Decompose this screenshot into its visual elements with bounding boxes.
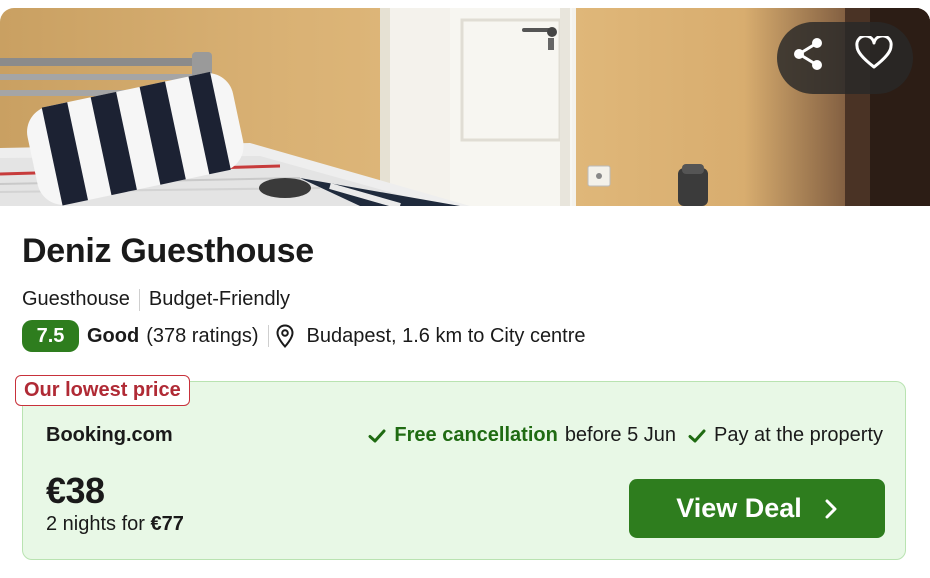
room-photo[interactable] xyxy=(0,8,930,206)
nights-label: 2 nights for xyxy=(46,513,145,535)
provider-name: Booking.com xyxy=(46,424,173,446)
free-cancellation-label: Free cancellation xyxy=(394,424,558,446)
property-tags: Guesthouse Budget-Friendly xyxy=(22,288,290,311)
lowest-price-badge: Our lowest price xyxy=(15,375,190,406)
total-price: €77 xyxy=(150,513,184,535)
deal-perks: Free cancellation before 5 Jun Pay at th… xyxy=(368,424,883,447)
location-text[interactable]: Budapest, 1.6 km to City centre xyxy=(307,325,586,348)
rating-divider xyxy=(267,325,269,347)
photo-actions xyxy=(777,22,913,94)
cancellation-deadline: before 5 Jun xyxy=(564,424,677,446)
view-deal-button[interactable]: View Deal xyxy=(629,479,885,538)
score-badge: 7.5 xyxy=(22,320,79,352)
rating-row: 7.5 Good (378 ratings) Budapest, 1.6 km … xyxy=(22,320,586,352)
tag-divider xyxy=(138,288,140,311)
favorite-button[interactable] xyxy=(855,36,899,80)
deal-box[interactable]: Booking.com Free cancellation before 5 J… xyxy=(22,381,906,560)
pay-at-property-perk: Pay at the property xyxy=(688,424,883,447)
view-deal-label: View Deal xyxy=(676,493,802,523)
pay-at-property-label: Pay at the property xyxy=(714,424,883,446)
hotel-name[interactable]: Deniz Guesthouse xyxy=(22,232,314,271)
check-icon xyxy=(368,427,386,445)
total-price-line: 2 nights for €77 xyxy=(46,513,184,536)
share-button[interactable] xyxy=(791,36,835,80)
location-pin-icon xyxy=(275,324,295,348)
nightly-price: €38 xyxy=(46,470,105,511)
rating-count[interactable]: (378 ratings) xyxy=(146,325,258,348)
tag-budget: Budget-Friendly xyxy=(148,288,291,310)
check-icon xyxy=(688,427,706,445)
rating-word: Good xyxy=(87,324,140,347)
tag-type: Guesthouse xyxy=(22,288,130,310)
chevron-right-icon xyxy=(824,498,838,520)
